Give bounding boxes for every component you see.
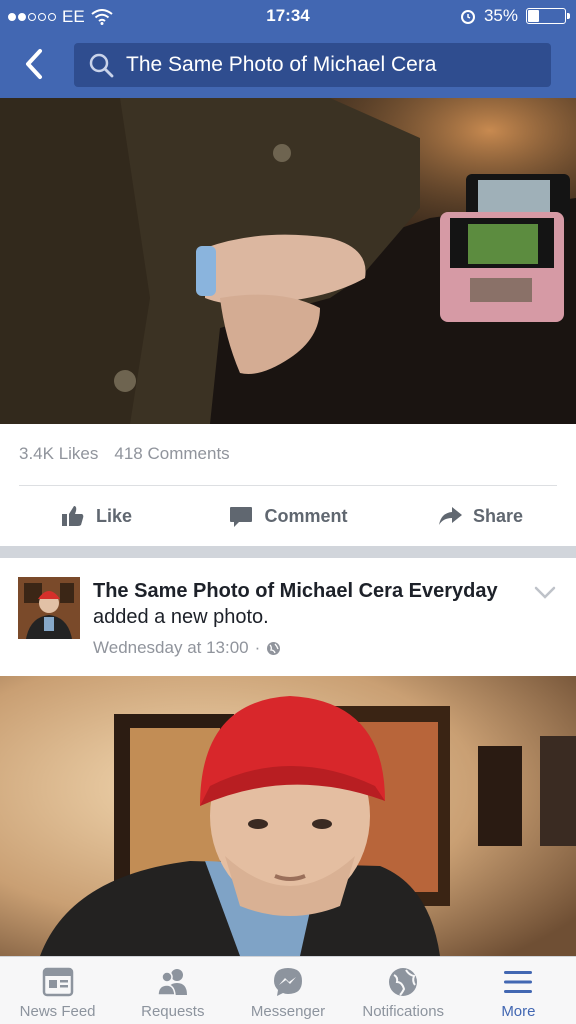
separator-dot: · [254,638,261,657]
tab-label: Requests [141,1003,205,1020]
engagement-stats: 3.4K Likes 418 Comments [19,444,230,464]
share-label: Share [472,505,524,526]
search-input[interactable]: The Same Photo of Michael Cera [74,43,551,87]
post-action-text: added a new photo. [93,606,269,628]
photo-red-beanie-image [0,676,576,956]
post-2-header: The Same Photo of Michael Cera Everyday … [0,558,576,676]
search-icon [89,53,114,78]
tab-news-feed[interactable]: News Feed [0,957,115,1024]
page-name-link[interactable]: The Same Photo of Michael Cera Everyday [93,580,498,602]
comment-bubble-icon [230,507,253,527]
likes-count[interactable]: 3.4K Likes [19,444,98,464]
tab-messenger[interactable]: Messenger [230,957,345,1024]
avatar-image [18,577,80,639]
page-avatar[interactable] [18,577,80,639]
comment-label: Comment [264,505,348,526]
post-timestamp-row: Wednesday at 13:00 · [93,638,281,658]
globe-privacy-icon [267,641,281,655]
photo-coat-hands-image [0,98,576,424]
globe-icon [389,968,418,996]
like-button[interactable]: Like [0,486,192,546]
news-feed-icon [42,967,73,997]
top-nav-bar: EE 17:34 35% The Same Photo of Michael C… [0,0,576,98]
tab-label: Messenger [250,1003,326,1020]
share-arrow-icon [438,507,462,525]
friend-requests-icon [157,969,187,996]
tab-notifications[interactable]: Notifications [346,957,461,1024]
search-query-text: The Same Photo of Michael Cera [126,53,437,76]
hamburger-menu-icon [504,971,533,993]
back-button[interactable] [14,42,54,86]
comment-button[interactable]: Comment [192,486,384,546]
post-timestamp[interactable]: Wednesday at 13:00 [93,638,249,658]
status-bar: EE 17:34 35% [0,0,576,34]
bottom-tab-bar: News Feed Requests Messenger Notificatio… [0,956,576,1024]
tab-more[interactable]: More [461,957,576,1024]
status-right: 35% [460,6,570,26]
comments-count[interactable]: 418 Comments [114,444,229,464]
post-photo-1[interactable] [0,98,576,424]
battery-percent: 35% [483,6,518,25]
post-photo-2[interactable] [0,676,576,956]
share-button[interactable]: Share [384,486,576,546]
post-1-footer: 3.4K Likes 418 Comments Like Comment Sha… [0,424,576,546]
tab-label: Notifications [362,1003,445,1020]
chevron-left-icon [26,49,42,79]
battery-icon [526,8,570,24]
tab-requests[interactable]: Requests [115,957,230,1024]
tab-label: News Feed [19,1003,96,1020]
alarm-icon [460,10,475,24]
chevron-down-icon[interactable] [534,586,556,600]
post-actions: Like Comment Share [0,486,576,546]
messenger-icon [274,968,302,996]
like-label: Like [95,505,133,526]
feed-separator [0,546,576,558]
tab-label: More [501,1003,536,1020]
thumbs-up-icon [61,506,84,526]
post-author-line: The Same Photo of Michael Cera Everyday … [93,578,523,630]
